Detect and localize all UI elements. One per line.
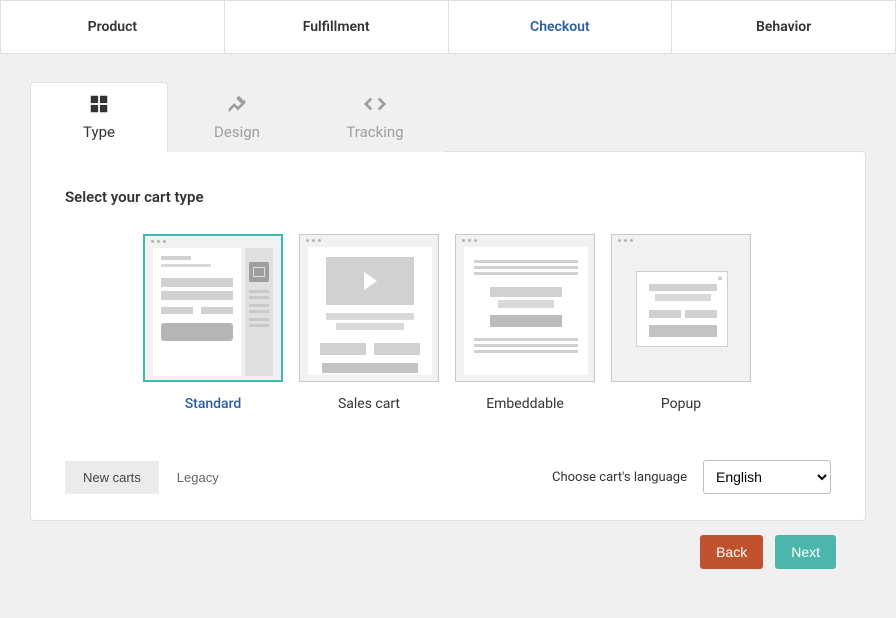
cart-type-options: Standard Sales cart — [143, 234, 831, 412]
thumbnail-standard — [143, 234, 283, 382]
tab-behavior[interactable]: Behavior — [672, 1, 895, 53]
sub-tab-design[interactable]: Design — [168, 82, 306, 152]
thumbnail-sales — [299, 234, 439, 382]
tab-fulfillment[interactable]: Fulfillment — [225, 1, 449, 53]
close-icon: ✕ — [717, 275, 723, 283]
sub-tab-label: Design — [214, 123, 260, 141]
grid-icon — [88, 93, 110, 115]
cart-option-label: Sales cart — [338, 396, 400, 412]
language-select[interactable]: English — [703, 460, 831, 494]
language-label: Choose cart's language — [552, 470, 687, 485]
cart-mode-toggle: New carts Legacy — [65, 461, 237, 494]
cart-option-sales[interactable]: Sales cart — [299, 234, 439, 412]
toggle-legacy[interactable]: Legacy — [159, 461, 237, 494]
cart-option-embeddable[interactable]: Embeddable — [455, 234, 595, 412]
sub-tab-type[interactable]: Type — [30, 82, 168, 152]
panel-title: Select your cart type — [65, 188, 831, 206]
wizard-actions: Back Next — [30, 521, 866, 569]
sub-tab-bar: Type Design Tracking — [30, 82, 866, 152]
next-button[interactable]: Next — [775, 535, 836, 569]
code-icon — [364, 93, 386, 115]
cart-option-label: Popup — [661, 396, 701, 412]
sub-tab-label: Type — [83, 123, 115, 141]
back-button[interactable]: Back — [700, 535, 763, 569]
sub-tab-label: Tracking — [346, 123, 403, 141]
tab-checkout[interactable]: Checkout — [449, 1, 673, 53]
tab-product[interactable]: Product — [1, 1, 225, 53]
toggle-new-carts[interactable]: New carts — [65, 461, 159, 494]
cart-option-label: Embeddable — [486, 396, 564, 412]
thumbnail-popup: ✕ — [611, 234, 751, 382]
panel-footer: New carts Legacy Choose cart's language … — [65, 460, 831, 494]
design-icon — [226, 93, 248, 115]
cart-option-standard[interactable]: Standard — [143, 234, 283, 412]
cart-type-panel: Select your cart type — [30, 151, 866, 521]
cart-option-popup[interactable]: ✕ Popup — [611, 234, 751, 412]
cart-option-label: Standard — [185, 396, 242, 412]
thumbnail-embeddable — [455, 234, 595, 382]
main-tab-bar: Product Fulfillment Checkout Behavior — [0, 0, 896, 54]
sub-tab-tracking[interactable]: Tracking — [306, 82, 444, 152]
